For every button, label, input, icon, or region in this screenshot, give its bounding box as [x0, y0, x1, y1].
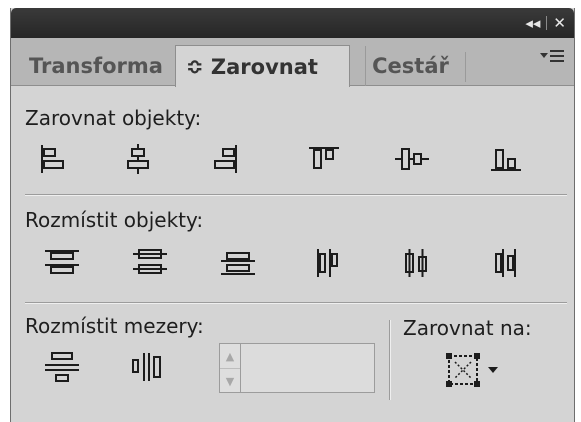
- menu-lines-icon: [550, 50, 564, 62]
- horizontal-align-center-icon[interactable]: [119, 142, 157, 176]
- align-to-selector[interactable]: [443, 348, 505, 392]
- vertical-distribute-bottom-icon[interactable]: [219, 246, 257, 280]
- distribute-objects-row: [11, 246, 574, 284]
- section-divider: [25, 194, 567, 195]
- titlebar-divider: [546, 16, 548, 30]
- horizontal-distribute-space-icon[interactable]: [129, 350, 167, 384]
- tab-align[interactable]: ≎ Zarovnat: [175, 45, 350, 87]
- distribute-objects-label: Rozmístit objekty:: [25, 208, 204, 232]
- stepper-up-icon[interactable]: ▲: [220, 344, 240, 368]
- stepper-down-icon[interactable]: ▼: [220, 368, 240, 393]
- close-icon[interactable]: ✕: [553, 14, 566, 32]
- vertical-distribute-center-icon[interactable]: [131, 246, 169, 280]
- tab-bar: Transforma ≎ Zarovnat Cestář: [11, 38, 574, 87]
- collapse-icon[interactable]: ◂◂: [525, 14, 540, 32]
- vertical-distribute-space-icon[interactable]: [43, 350, 81, 384]
- tab-transform[interactable]: Transforma: [29, 46, 175, 86]
- align-objects-row: [11, 142, 574, 180]
- align-to-label: Zarovnat na:: [403, 316, 532, 340]
- vertical-align-bottom-icon[interactable]: [487, 142, 525, 176]
- vertical-align-center-icon[interactable]: [393, 142, 431, 176]
- horizontal-distribute-right-icon[interactable]: [487, 246, 525, 280]
- align-panel: ◂◂ ✕ Transforma ≎ Zarovnat Cestář Zarovn…: [10, 8, 575, 422]
- vertical-divider: [389, 320, 390, 400]
- dropdown-arrow-icon: [540, 53, 548, 58]
- horizontal-align-left-icon[interactable]: [33, 142, 71, 176]
- horizontal-distribute-center-icon[interactable]: [397, 246, 435, 280]
- spacing-stepper[interactable]: ▲ ▼: [219, 343, 241, 393]
- horizontal-align-right-icon[interactable]: [207, 142, 245, 176]
- panel-titlebar: ◂◂ ✕: [11, 8, 574, 38]
- distribute-spacing-label: Rozmístit mezery:: [25, 314, 204, 338]
- panel-menu-button[interactable]: [540, 50, 564, 62]
- vertical-distribute-top-icon[interactable]: [43, 246, 81, 280]
- tab-pathfinder[interactable]: Cestář: [365, 46, 455, 86]
- spacing-value-input[interactable]: [241, 343, 375, 393]
- chevron-down-icon: [488, 367, 498, 373]
- section-divider: [25, 302, 567, 303]
- tab-divider: [465, 52, 466, 82]
- align-objects-label: Zarovnat objekty:: [25, 106, 202, 130]
- vertical-align-top-icon[interactable]: [305, 142, 343, 176]
- horizontal-distribute-left-icon[interactable]: [309, 246, 347, 280]
- align-to-selection-icon: [446, 353, 480, 387]
